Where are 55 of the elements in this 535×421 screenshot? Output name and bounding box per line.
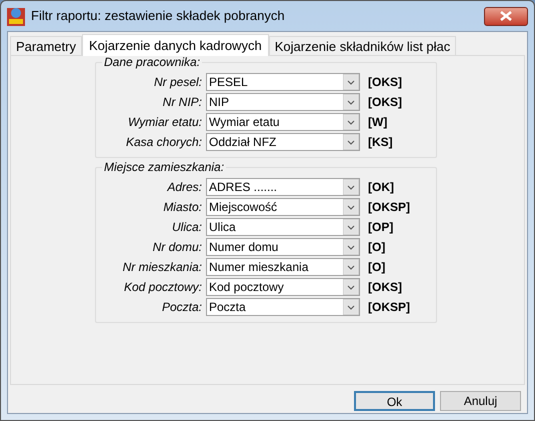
dropdown[interactable]: Numer domu [206, 238, 360, 256]
field-label: Adres: [166, 179, 203, 196]
dropdown[interactable]: Kod pocztowy [206, 278, 360, 296]
field-label: Kod pocztowy: [122, 279, 203, 296]
field-tag: [OKSP] [368, 198, 410, 216]
field-label: Nr NIP: [162, 94, 203, 111]
field-label: Ulica: [170, 219, 203, 236]
field-label: Miasto: [162, 199, 203, 216]
app-icon [7, 6, 25, 26]
close-icon [500, 11, 512, 21]
field-label: Wymiar etatu: [126, 114, 203, 131]
field-label: Poczta: [160, 299, 203, 316]
field-tag: [O] [368, 238, 386, 256]
dropdown[interactable]: PESEL [206, 73, 360, 91]
dropdown[interactable]: Wymiar etatu [206, 113, 360, 131]
dropdown[interactable]: ADRES ....... [206, 178, 360, 196]
dropdown[interactable]: Ulica [206, 218, 360, 236]
tab[interactable]: Parametry [10, 36, 82, 55]
caret-icon [343, 239, 359, 255]
caret-icon [343, 259, 359, 275]
caret-icon [343, 134, 359, 150]
field-tag: [W] [368, 113, 388, 131]
group-title: Dane pracownika: [102, 55, 202, 69]
field-tag: [OP] [368, 218, 394, 236]
caret-icon [343, 279, 359, 295]
caret-icon [343, 299, 359, 315]
dropdown[interactable]: NIP [206, 93, 360, 111]
field-label: Nr domu: [152, 239, 203, 256]
field-tag: [OKS] [368, 93, 402, 111]
field-tag: [KS] [368, 133, 393, 151]
tab[interactable]: Kojarzenie danych kadrowych [82, 34, 269, 56]
window-title: Filtr raportu: zestawienie składek pobranych [31, 7, 285, 26]
dropdown[interactable]: Miejscowość [206, 198, 360, 216]
field-label: Nr mieszkania: [122, 259, 203, 276]
caret-icon [343, 219, 359, 235]
tab[interactable]: Kojarzenie składników list płac [268, 36, 456, 55]
close-button[interactable] [484, 6, 528, 26]
field-tag: [OK] [368, 178, 394, 196]
group-title: Miejsce zamieszkania: [102, 160, 226, 174]
caret-icon [343, 94, 359, 110]
field-label: Kasa chorych: [124, 134, 203, 151]
field-tag: [OKSP] [368, 298, 410, 316]
caret-icon [343, 114, 359, 130]
field-tag: [OKS] [368, 278, 402, 296]
dialog-button[interactable]: Ok [354, 391, 435, 411]
dropdown[interactable]: Oddział NFZ [206, 133, 360, 151]
field-tag: [O] [368, 258, 386, 276]
caret-icon [343, 179, 359, 195]
field-label: Nr pesel: [152, 74, 203, 91]
dialog-button[interactable]: Anuluj [440, 391, 521, 411]
caret-icon [343, 74, 359, 90]
dropdown[interactable]: Numer mieszkania [206, 258, 360, 276]
caret-icon [343, 199, 359, 215]
field-tag: [OKS] [368, 73, 402, 91]
dropdown[interactable]: Poczta [206, 298, 360, 316]
